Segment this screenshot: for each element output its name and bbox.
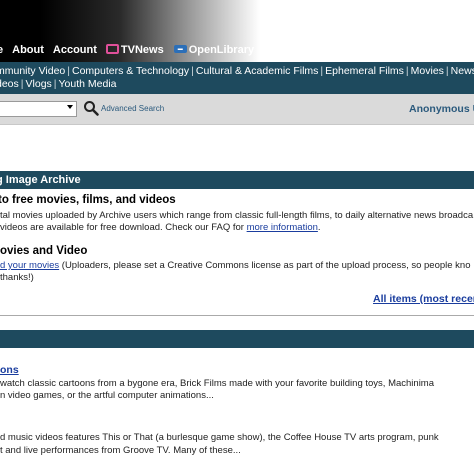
divider: | xyxy=(320,65,324,77)
divider: | xyxy=(405,65,409,77)
all-items-link[interactable]: All items (most recer xyxy=(373,293,474,305)
collection-2-description-line-2: t and live performances from Groove TV. … xyxy=(0,445,241,456)
upload-instructions: (Uploaders, please set a Creative Common… xyxy=(59,260,471,271)
collection-description-line-1: watch classic cartoons from a bygone era… xyxy=(0,378,435,389)
collection-description-line-2: n video games, or the artful computer an… xyxy=(0,390,214,401)
intro-text-line-1: tal movies uploaded by Archive users whi… xyxy=(0,210,474,221)
intro-title: to free movies, films, and videos xyxy=(0,194,176,206)
category-ephemeral-films[interactable]: Ephemeral Films xyxy=(325,65,404,77)
category-youth-media[interactable]: Youth Media xyxy=(59,78,117,90)
archive-section-header: g Image Archive xyxy=(0,171,474,189)
upload-movies-link[interactable]: d your movies xyxy=(0,260,59,271)
archive-section-title: g Image Archive xyxy=(0,174,81,186)
upload-text-line-1: d your movies (Uploaders, please set a C… xyxy=(0,260,471,271)
category-community-video[interactable]: mmunity Video xyxy=(0,65,65,77)
top-nav-about[interactable]: About xyxy=(12,44,44,56)
search-scope-dropdown[interactable] xyxy=(0,101,76,115)
collection-2-description-line-1: d music videos features This or That (a … xyxy=(0,432,439,443)
intro-text-line-2: videos are available for free download. … xyxy=(0,222,321,233)
top-nav: e About Account TVNews ▬ OpenLibrary xyxy=(0,42,264,58)
upload-section-title: ovies and Video xyxy=(0,245,88,257)
more-information-link[interactable]: more information xyxy=(247,222,318,233)
category-nav-row-1: mmunity Video | Computers & Technology | Cul… xyxy=(0,65,474,77)
search-bar: Advanced Search Anonymous U xyxy=(0,94,474,125)
collections-section-header xyxy=(0,330,474,348)
category-movies[interactable]: Movies xyxy=(411,65,444,77)
animation-collection-link[interactable]: ons xyxy=(0,364,19,376)
user-account-label[interactable]: Anonymous U xyxy=(409,103,474,115)
chevron-down-icon xyxy=(67,105,73,109)
upload-text-line-2: thanks!) xyxy=(0,272,34,283)
divider: | xyxy=(191,65,194,77)
category-vlogs[interactable]: Vlogs xyxy=(26,78,52,90)
openlibrary-label: OpenLibrary xyxy=(188,44,255,56)
top-header: e About Account TVNews ▬ OpenLibrary xyxy=(0,0,474,62)
category-videos[interactable]: deos xyxy=(0,78,19,90)
search-icon[interactable] xyxy=(83,100,99,116)
open-library-icon: ▬ xyxy=(173,45,187,53)
divider xyxy=(0,315,474,316)
tvnews-label: TVNews xyxy=(120,44,164,56)
category-cultural-academic-films[interactable]: Cultural & Academic Films xyxy=(196,65,319,77)
top-nav-account[interactable]: Account xyxy=(53,44,97,56)
tvnews-link[interactable]: TVNews xyxy=(105,44,164,56)
category-news[interactable]: News xyxy=(451,65,474,77)
intro-text-suffix: . xyxy=(317,222,321,233)
divider: | xyxy=(445,65,449,77)
top-nav-item-partial[interactable]: e xyxy=(0,44,3,56)
advanced-search-link[interactable]: Advanced Search xyxy=(101,104,164,113)
tv-icon xyxy=(105,44,119,54)
divider: | xyxy=(53,78,57,90)
intro-text-prefix: videos are available for free download. … xyxy=(0,222,247,233)
category-computers-technology[interactable]: Computers & Technology xyxy=(72,65,189,77)
divider: | xyxy=(20,78,24,90)
category-nav: mmunity Video | Computers & Technology | Cul… xyxy=(0,62,474,94)
divider: | xyxy=(67,65,70,77)
category-nav-row-2: deos|Vlogs|Youth Media xyxy=(0,78,117,90)
openlibrary-link[interactable]: ▬ OpenLibrary xyxy=(173,44,255,56)
